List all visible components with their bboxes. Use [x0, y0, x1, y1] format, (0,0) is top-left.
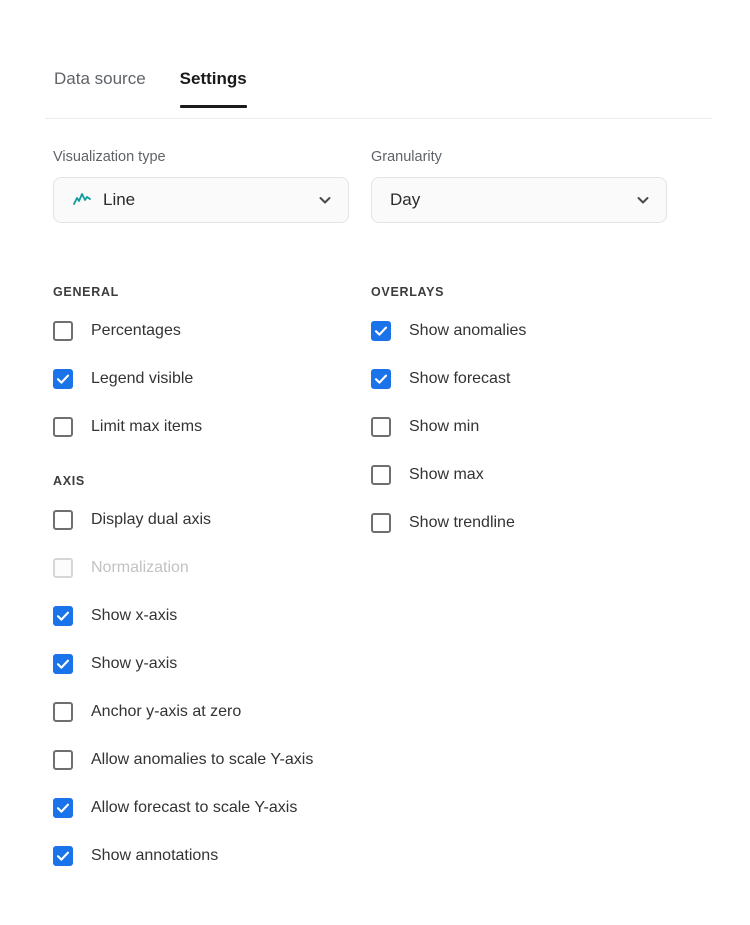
checkbox-label: Show y-axis	[91, 655, 178, 672]
checkbox-row-show-anomalies[interactable]: Show anomalies	[371, 316, 667, 346]
visualization-type-label: Visualization type	[53, 149, 166, 165]
checkbox-label: Allow anomalies to scale Y-axis	[91, 751, 314, 768]
line-chart-icon	[72, 190, 92, 210]
tab-divider	[45, 118, 712, 119]
checkbox-icon	[53, 558, 73, 578]
overlays-option-list: Show anomalies Show forecast Show min Sh…	[371, 316, 667, 538]
checkbox-label: Show max	[409, 466, 484, 483]
visualization-type-field: Visualization type Line	[53, 148, 349, 223]
checkbox-icon	[53, 606, 73, 626]
checkbox-icon	[53, 654, 73, 674]
section-title-general: GENERAL	[53, 285, 120, 299]
checkbox-row-show-min[interactable]: Show min	[371, 412, 667, 442]
checkbox-row-allow-anomalies-to-scale-y-axis[interactable]: Allow anomalies to scale Y-axis	[53, 745, 349, 775]
checkbox-row-normalization: Normalization	[53, 553, 349, 583]
tab-data-source[interactable]: Data source	[54, 68, 146, 108]
settings-panel: Data source Settings Visualization type …	[0, 0, 750, 925]
checkbox-icon	[371, 417, 391, 437]
checkbox-icon	[53, 321, 73, 341]
granularity-value: Day	[390, 190, 421, 209]
checkbox-label: Show min	[409, 418, 480, 435]
tab-bar: Data source Settings	[45, 60, 712, 120]
checkbox-icon	[53, 846, 73, 866]
checkbox-label: Anchor y-axis at zero	[91, 703, 242, 720]
checkbox-row-percentages[interactable]: Percentages	[53, 316, 349, 346]
chevron-down-icon	[316, 191, 334, 209]
checkbox-label: Display dual axis	[91, 511, 212, 528]
granularity-field: Granularity Day	[371, 148, 667, 223]
checkbox-icon	[371, 369, 391, 389]
visualization-type-value: Line	[103, 190, 136, 209]
checkbox-row-show-y-axis[interactable]: Show y-axis	[53, 649, 349, 679]
checkbox-row-show-annotations[interactable]: Show annotations	[53, 841, 349, 871]
checkbox-row-show-trendline[interactable]: Show trendline	[371, 508, 667, 538]
checkbox-icon	[53, 702, 73, 722]
checkbox-icon	[53, 417, 73, 437]
left-column: Visualization type Line GENERAL Percenta…	[53, 148, 349, 871]
checkbox-label: Limit max items	[91, 418, 203, 435]
right-column: Granularity Day OVERLAYS Show anomalies …	[371, 148, 667, 871]
tab-settings-label: Settings	[179, 69, 247, 88]
tab-list: Data source Settings	[45, 60, 712, 108]
chevron-down-icon	[634, 191, 652, 209]
settings-columns: Visualization type Line GENERAL Percenta…	[53, 148, 713, 871]
checkbox-icon	[371, 465, 391, 485]
checkbox-icon	[371, 513, 391, 533]
checkbox-row-anchor-y-axis-at-zero[interactable]: Anchor y-axis at zero	[53, 697, 349, 727]
checkbox-icon	[53, 798, 73, 818]
checkbox-row-show-x-axis[interactable]: Show x-axis	[53, 601, 349, 631]
section-title-overlays: OVERLAYS	[371, 285, 445, 299]
checkbox-icon	[371, 321, 391, 341]
granularity-select[interactable]: Day	[371, 177, 667, 223]
visualization-type-select[interactable]: Line	[53, 177, 349, 223]
checkbox-row-show-forecast[interactable]: Show forecast	[371, 364, 667, 394]
checkbox-label: Show x-axis	[91, 607, 178, 624]
checkbox-icon	[53, 510, 73, 530]
general-option-list: Percentages Legend visible Limit max ite…	[53, 316, 349, 442]
checkbox-row-display-dual-axis[interactable]: Display dual axis	[53, 505, 349, 535]
checkbox-label: Percentages	[91, 322, 181, 339]
tab-data-source-label: Data source	[54, 69, 146, 88]
granularity-label: Granularity	[371, 149, 442, 165]
checkbox-row-limit-max-items[interactable]: Limit max items	[53, 412, 349, 442]
axis-option-list: Display dual axis Normalization Show x-a…	[53, 505, 349, 871]
checkbox-label: Show forecast	[409, 370, 511, 387]
checkbox-icon	[53, 369, 73, 389]
checkbox-label: Show anomalies	[409, 322, 527, 339]
checkbox-label: Show annotations	[91, 847, 219, 864]
checkbox-label: Normalization	[91, 559, 189, 576]
checkbox-row-legend-visible[interactable]: Legend visible	[53, 364, 349, 394]
checkbox-label: Show trendline	[409, 514, 515, 531]
checkbox-icon	[53, 750, 73, 770]
checkbox-row-allow-forecast-to-scale-y-axis[interactable]: Allow forecast to scale Y-axis	[53, 793, 349, 823]
checkbox-label: Allow forecast to scale Y-axis	[91, 799, 298, 816]
section-title-axis: AXIS	[53, 474, 85, 488]
checkbox-row-show-max[interactable]: Show max	[371, 460, 667, 490]
tab-settings[interactable]: Settings	[179, 68, 247, 108]
checkbox-label: Legend visible	[91, 370, 194, 387]
